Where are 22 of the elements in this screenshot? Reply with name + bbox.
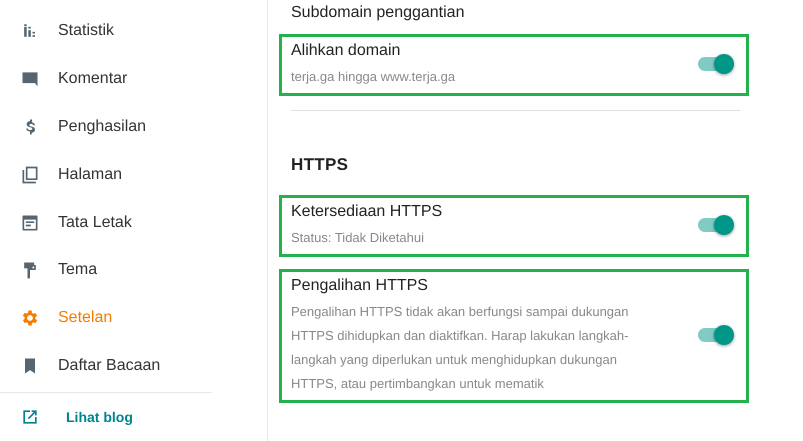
setting-description: Pengalihan HTTPS tidak akan berfungsi sampai dukungan HTTPS dihidupkan dan diaktifkan. Harap lakukan langkah-langkah yang diperlukan untuk menghidupkan dukungan HTTPS, atau pertimbangkan untuk mematik xyxy=(291,303,630,393)
sidebar-item[interactable]: Tema xyxy=(0,246,267,294)
sidebar-item[interactable]: Penghasilan xyxy=(0,102,267,151)
setting-title: Ketersediaan HTTPS xyxy=(291,202,444,222)
section-label: Subdomain penggantian xyxy=(290,4,466,23)
sidebar-item[interactable]: Statistik xyxy=(0,7,267,55)
toggle-switch[interactable] xyxy=(696,324,734,346)
layout-icon xyxy=(20,212,40,232)
sidebar-item[interactable]: Daftar Bacaan xyxy=(0,342,267,390)
sidebar-item[interactable]: Komentar xyxy=(0,54,267,103)
view-blog-link[interactable]: Lihat blog xyxy=(0,393,267,441)
setting-title: Pengalihan HTTPS xyxy=(291,276,429,296)
sidebar-item[interactable]: Tata Letak xyxy=(0,198,267,246)
toggle-switch[interactable] xyxy=(696,53,734,75)
toggle-switch[interactable] xyxy=(696,214,734,236)
sidebar-item[interactable]: Halaman xyxy=(0,150,267,199)
setting-description: terja.ga hingga www.terja.ga xyxy=(291,68,456,86)
settings-icon xyxy=(20,308,40,328)
setting-description: Status: Tidak Diketahui xyxy=(291,229,425,247)
stacked-pages-icon xyxy=(20,164,40,185)
section-heading: HTTPS xyxy=(291,155,350,175)
setting-title: Alihkan domain xyxy=(291,41,402,61)
